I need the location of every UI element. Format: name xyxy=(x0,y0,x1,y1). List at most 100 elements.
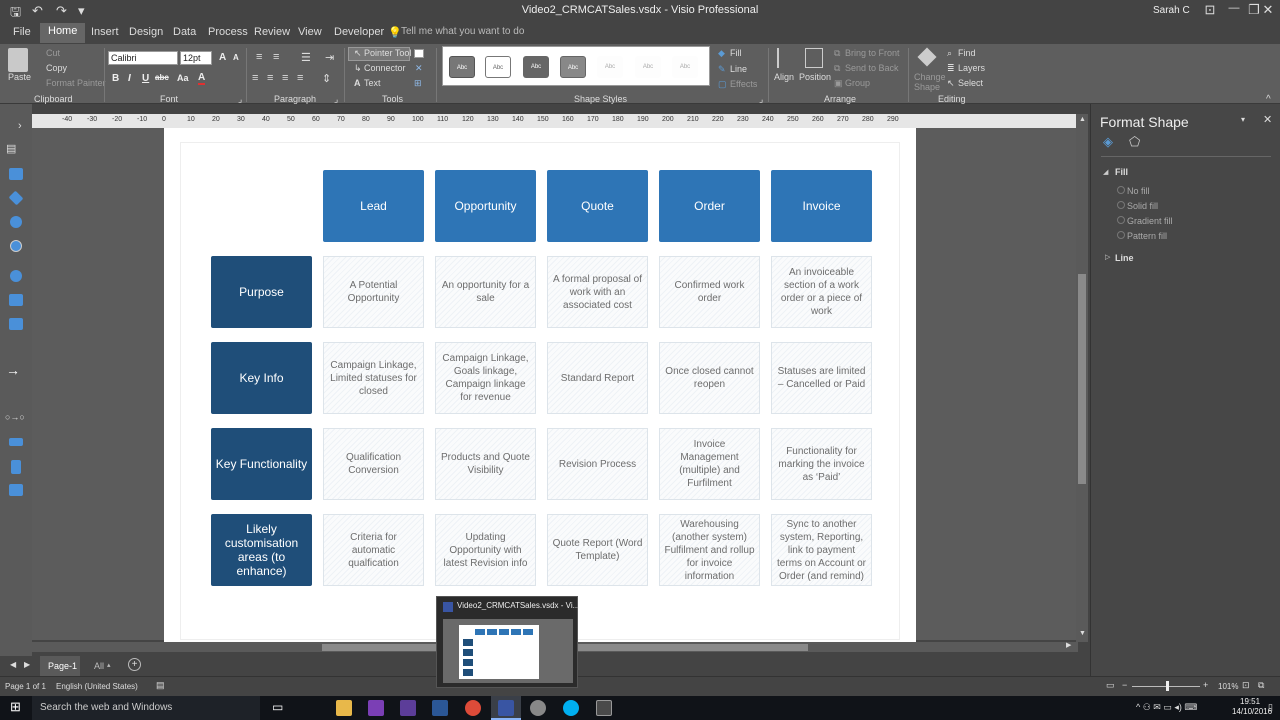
ellipse-shape-icon[interactable] xyxy=(10,240,22,252)
tab-insert[interactable]: Insert xyxy=(91,26,119,38)
diagram-cell[interactable]: Standard Report xyxy=(547,342,648,414)
line-section-header[interactable]: Line xyxy=(1115,253,1134,263)
circle-shape-icon[interactable] xyxy=(10,270,22,282)
connection-point-icon[interactable]: ✕ xyxy=(415,63,423,74)
tab-design[interactable]: Design xyxy=(129,26,163,38)
effects-button[interactable]: Effects xyxy=(730,79,757,89)
diagram-cell[interactable]: Sync to another system, Reporting, link … xyxy=(771,514,872,586)
bullets-icon[interactable]: ☰ xyxy=(301,51,311,64)
layers-button[interactable]: Layers xyxy=(958,63,985,73)
group-button[interactable]: Group xyxy=(845,78,870,88)
chrome-icon[interactable] xyxy=(465,700,481,716)
column-header-invoice[interactable]: Invoice xyxy=(771,170,872,242)
vertical-scrollbar[interactable]: ▲ ▼ xyxy=(1076,114,1088,642)
prev-page-icon[interactable]: ◀ xyxy=(10,660,16,669)
diagram-cell[interactable]: Once closed cannot reopen xyxy=(659,342,760,414)
zoom-out-icon[interactable]: − xyxy=(1122,680,1127,690)
change-shape-icon[interactable] xyxy=(917,47,937,67)
app-icon[interactable] xyxy=(530,700,546,716)
diagram-cell[interactable]: Revision Process xyxy=(547,428,648,500)
shrink-font-button[interactable]: A xyxy=(233,53,239,62)
next-page-icon[interactable]: ▶ xyxy=(24,660,30,669)
no-fill-radio[interactable] xyxy=(1117,186,1125,194)
diagram-cell[interactable]: Confirmed work order xyxy=(659,256,760,328)
language-status[interactable]: English (United States) xyxy=(56,682,138,691)
vertical-scroll-thumb[interactable] xyxy=(1078,274,1086,484)
paragraph-dialog-launcher-icon[interactable]: ⌟ xyxy=(334,94,338,105)
column-header-quote[interactable]: Quote xyxy=(547,170,648,242)
align-center-icon[interactable]: ≡ xyxy=(267,72,273,84)
fill-button[interactable]: Fill xyxy=(730,48,742,58)
text-top-align-icon[interactable]: ≡ xyxy=(256,51,262,63)
align-button[interactable]: Align xyxy=(774,72,794,82)
line-button[interactable]: Line xyxy=(730,64,747,74)
justify-icon[interactable]: ≡ xyxy=(297,72,303,84)
container-shape-icon[interactable] xyxy=(9,484,23,496)
gradient-fill-label[interactable]: Gradient fill xyxy=(1127,216,1173,226)
diagram-cell[interactable]: Qualification Conversion xyxy=(323,428,424,500)
diamond-shape-icon[interactable] xyxy=(8,190,24,206)
tab-view[interactable]: View xyxy=(298,26,322,38)
panel-options-icon[interactable]: ▾ xyxy=(1241,115,1245,124)
task-view-icon[interactable]: ▭ xyxy=(272,700,283,714)
text-tool-button[interactable]: Text xyxy=(364,78,381,88)
paste-button[interactable]: Paste xyxy=(8,72,31,82)
no-fill-label[interactable]: No fill xyxy=(1127,186,1150,196)
style-swatch[interactable]: Abc xyxy=(485,56,511,78)
diagram-cell[interactable]: An invoiceable section of a work order o… xyxy=(771,256,872,328)
row-label[interactable]: Likely customisation areas (to enhance) xyxy=(211,514,312,586)
column-header-opportunity[interactable]: Opportunity xyxy=(435,170,536,242)
italic-button[interactable]: I xyxy=(128,73,131,84)
tab-review[interactable]: Review xyxy=(254,26,290,38)
underline-button[interactable]: U xyxy=(142,73,149,84)
cut-button[interactable]: Cut xyxy=(46,48,60,58)
circle-shape-icon[interactable] xyxy=(10,216,22,228)
connector-button[interactable]: Connector xyxy=(364,63,406,73)
rectangle-shape-icon[interactable] xyxy=(9,168,23,180)
document-shape-icon[interactable] xyxy=(11,460,21,474)
tab-file[interactable]: File xyxy=(13,26,31,38)
change-shape-button[interactable]: Change Shape xyxy=(914,72,946,92)
zoom-in-icon[interactable]: + xyxy=(1203,680,1208,690)
arrow-connector-icon[interactable]: → xyxy=(6,362,20,378)
row-label[interactable]: Key Functionality xyxy=(211,428,312,500)
change-case-button[interactable]: Aa xyxy=(177,73,189,83)
close-panel-icon[interactable]: ✕ xyxy=(1263,113,1272,126)
font-color-button[interactable]: A xyxy=(198,73,206,85)
diagram-cell[interactable]: Warehousing (another system) Fulfilment … xyxy=(659,514,760,586)
presentation-mode-icon[interactable]: ▭ xyxy=(1106,680,1115,691)
diagram-cell[interactable]: An opportunity for a sale xyxy=(435,256,536,328)
all-pages-menu-icon[interactable]: ▴ xyxy=(107,661,111,669)
add-page-button[interactable]: + xyxy=(128,658,141,671)
align-icon[interactable] xyxy=(777,48,791,68)
diagram-cell[interactable]: Quote Report (Word Template) xyxy=(547,514,648,586)
diagram-cell[interactable]: Invoice Management (multiple) and Furfil… xyxy=(659,428,760,500)
dynamic-connector-icon[interactable]: ○→○ xyxy=(5,412,25,422)
macro-record-icon[interactable]: ▤ xyxy=(156,680,165,691)
strikethrough-button[interactable]: abc xyxy=(155,73,169,82)
fill-and-line-icon[interactable]: ◈ xyxy=(1103,134,1113,150)
tab-developer[interactable]: Developer xyxy=(334,26,384,38)
taskbar-time[interactable]: 19:51 xyxy=(1240,697,1260,706)
solid-fill-radio[interactable] xyxy=(1117,201,1125,209)
user-name[interactable]: Sarah C xyxy=(1153,5,1190,16)
rectangle-shape-icon[interactable] xyxy=(9,294,23,306)
scroll-down-icon[interactable]: ▼ xyxy=(1079,630,1086,637)
fill-section-header[interactable]: Fill xyxy=(1115,167,1128,177)
callout-shape-icon[interactable] xyxy=(9,438,23,446)
align-left-icon[interactable]: ≡ xyxy=(252,72,258,84)
tell-me-box[interactable]: Tell me what you want to do xyxy=(401,26,524,37)
page-tab-page-1[interactable]: Page-1 xyxy=(48,661,77,671)
copy-button[interactable]: Copy xyxy=(46,63,67,73)
diagram-cell[interactable]: A Potential Opportunity xyxy=(323,256,424,328)
diagram-cell[interactable]: Functionality for marking the invoice as… xyxy=(771,428,872,500)
windows-start-icon[interactable]: ⊞ xyxy=(10,699,21,715)
tab-process[interactable]: Process xyxy=(208,26,248,38)
send-to-back-button[interactable]: Send to Back xyxy=(845,63,899,73)
row-label[interactable]: Purpose xyxy=(211,256,312,328)
visual-studio-icon[interactable] xyxy=(368,700,384,716)
effects-pentagon-icon[interactable]: ⬠ xyxy=(1129,134,1140,150)
app-icon[interactable] xyxy=(596,700,612,716)
line-expand-icon[interactable]: ▷ xyxy=(1105,253,1110,261)
expand-shapes-icon[interactable]: › xyxy=(18,120,22,132)
